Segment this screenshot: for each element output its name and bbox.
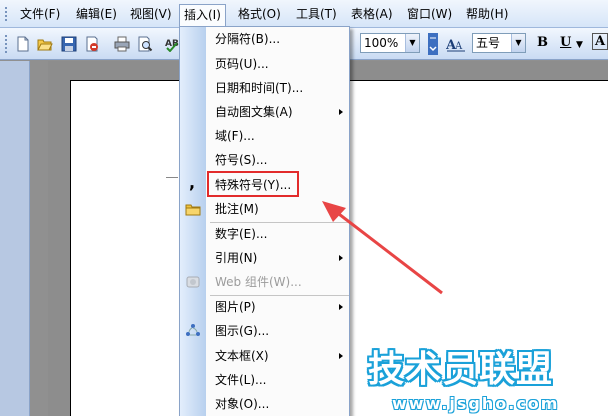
watermark-url: www.jsgho.com xyxy=(392,394,560,413)
watermark-title: 技术员联盟 xyxy=(368,349,554,390)
